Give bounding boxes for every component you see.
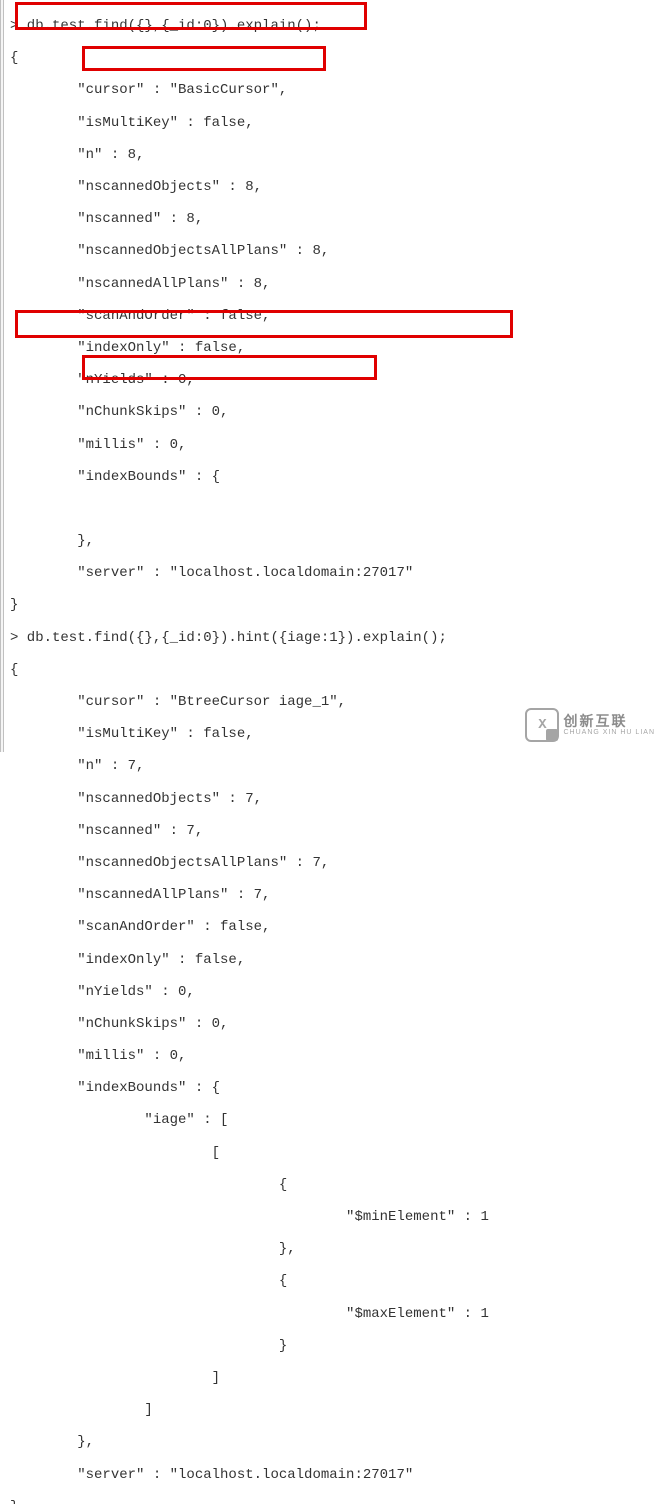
- highlight-box-cursor-1: [82, 46, 326, 71]
- code-line: "cursor" : "BtreeCursor iage_1",: [10, 694, 346, 710]
- code-line: "iage" : [: [10, 1112, 228, 1128]
- watermark-icon: X: [525, 708, 559, 742]
- code-line: "n" : 8,: [10, 147, 144, 163]
- code-line: "nscanned" : 8,: [10, 211, 203, 227]
- vertical-border: [0, 0, 7, 752]
- code-line: "isMultiKey" : false,: [10, 115, 254, 131]
- code-line: "server" : "localhost.localdomain:27017": [10, 1467, 413, 1483]
- code-line: ]: [10, 1370, 220, 1386]
- code-line: "indexOnly" : false,: [10, 952, 245, 968]
- code-line: "nscannedObjects" : 7,: [10, 791, 262, 807]
- highlight-box-command-1: [15, 2, 367, 30]
- code-line: "cursor" : "BasicCursor",: [10, 82, 287, 98]
- code-line: }: [10, 597, 18, 613]
- highlight-box-command-2: [15, 310, 513, 338]
- code-line: "nscannedObjectsAllPlans" : 8,: [10, 243, 329, 259]
- code-line: "indexOnly" : false,: [10, 340, 245, 356]
- code-line: "isMultiKey" : false,: [10, 726, 254, 742]
- code-line: ]: [10, 1402, 153, 1418]
- code-line: "n" : 7,: [10, 758, 144, 774]
- code-line: [: [10, 1145, 220, 1161]
- code-line: "indexBounds" : {: [10, 1080, 220, 1096]
- code-line: "nYields" : 0,: [10, 984, 195, 1000]
- watermark-icon-letter: X: [538, 717, 546, 733]
- code-line: {: [10, 1273, 287, 1289]
- code-line: },: [10, 1434, 94, 1450]
- code-line: },: [10, 1241, 296, 1257]
- watermark: X 创新互联 CHUANG XIN HU LIAN: [525, 708, 655, 742]
- code-line: "millis" : 0,: [10, 1048, 186, 1064]
- code-line: }: [10, 1499, 18, 1504]
- code-line: "nChunkSkips" : 0,: [10, 404, 228, 420]
- watermark-text: 创新互联 CHUANG XIN HU LIAN: [563, 714, 655, 736]
- code-content: > db.test.find({},{_id:0}).explain(); { …: [10, 2, 661, 1504]
- code-line: "$maxElement" : 1: [10, 1306, 489, 1322]
- code-line: "nChunkSkips" : 0,: [10, 1016, 228, 1032]
- code-line: },: [10, 533, 94, 549]
- highlight-box-cursor-2: [82, 355, 377, 380]
- code-line: > db.test.find({},{_id:0}).hint({iage:1}…: [10, 630, 447, 646]
- code-line: "$minElement" : 1: [10, 1209, 489, 1225]
- code-line: "indexBounds" : {: [10, 469, 220, 485]
- watermark-en: CHUANG XIN HU LIAN: [563, 729, 655, 736]
- watermark-cn: 创新互联: [563, 714, 627, 728]
- code-line: "server" : "localhost.localdomain:27017": [10, 565, 413, 581]
- code-line: {: [10, 50, 18, 66]
- code-line: "nscannedAllPlans" : 8,: [10, 276, 270, 292]
- code-line: "millis" : 0,: [10, 437, 186, 453]
- code-line: "nscannedAllPlans" : 7,: [10, 887, 270, 903]
- code-line: "scanAndOrder" : false,: [10, 919, 270, 935]
- code-line: "nscannedObjectsAllPlans" : 7,: [10, 855, 329, 871]
- code-line: "nscanned" : 7,: [10, 823, 203, 839]
- code-line: {: [10, 1177, 287, 1193]
- code-line: }: [10, 1338, 287, 1354]
- code-line: "nscannedObjects" : 8,: [10, 179, 262, 195]
- code-line: {: [10, 662, 18, 678]
